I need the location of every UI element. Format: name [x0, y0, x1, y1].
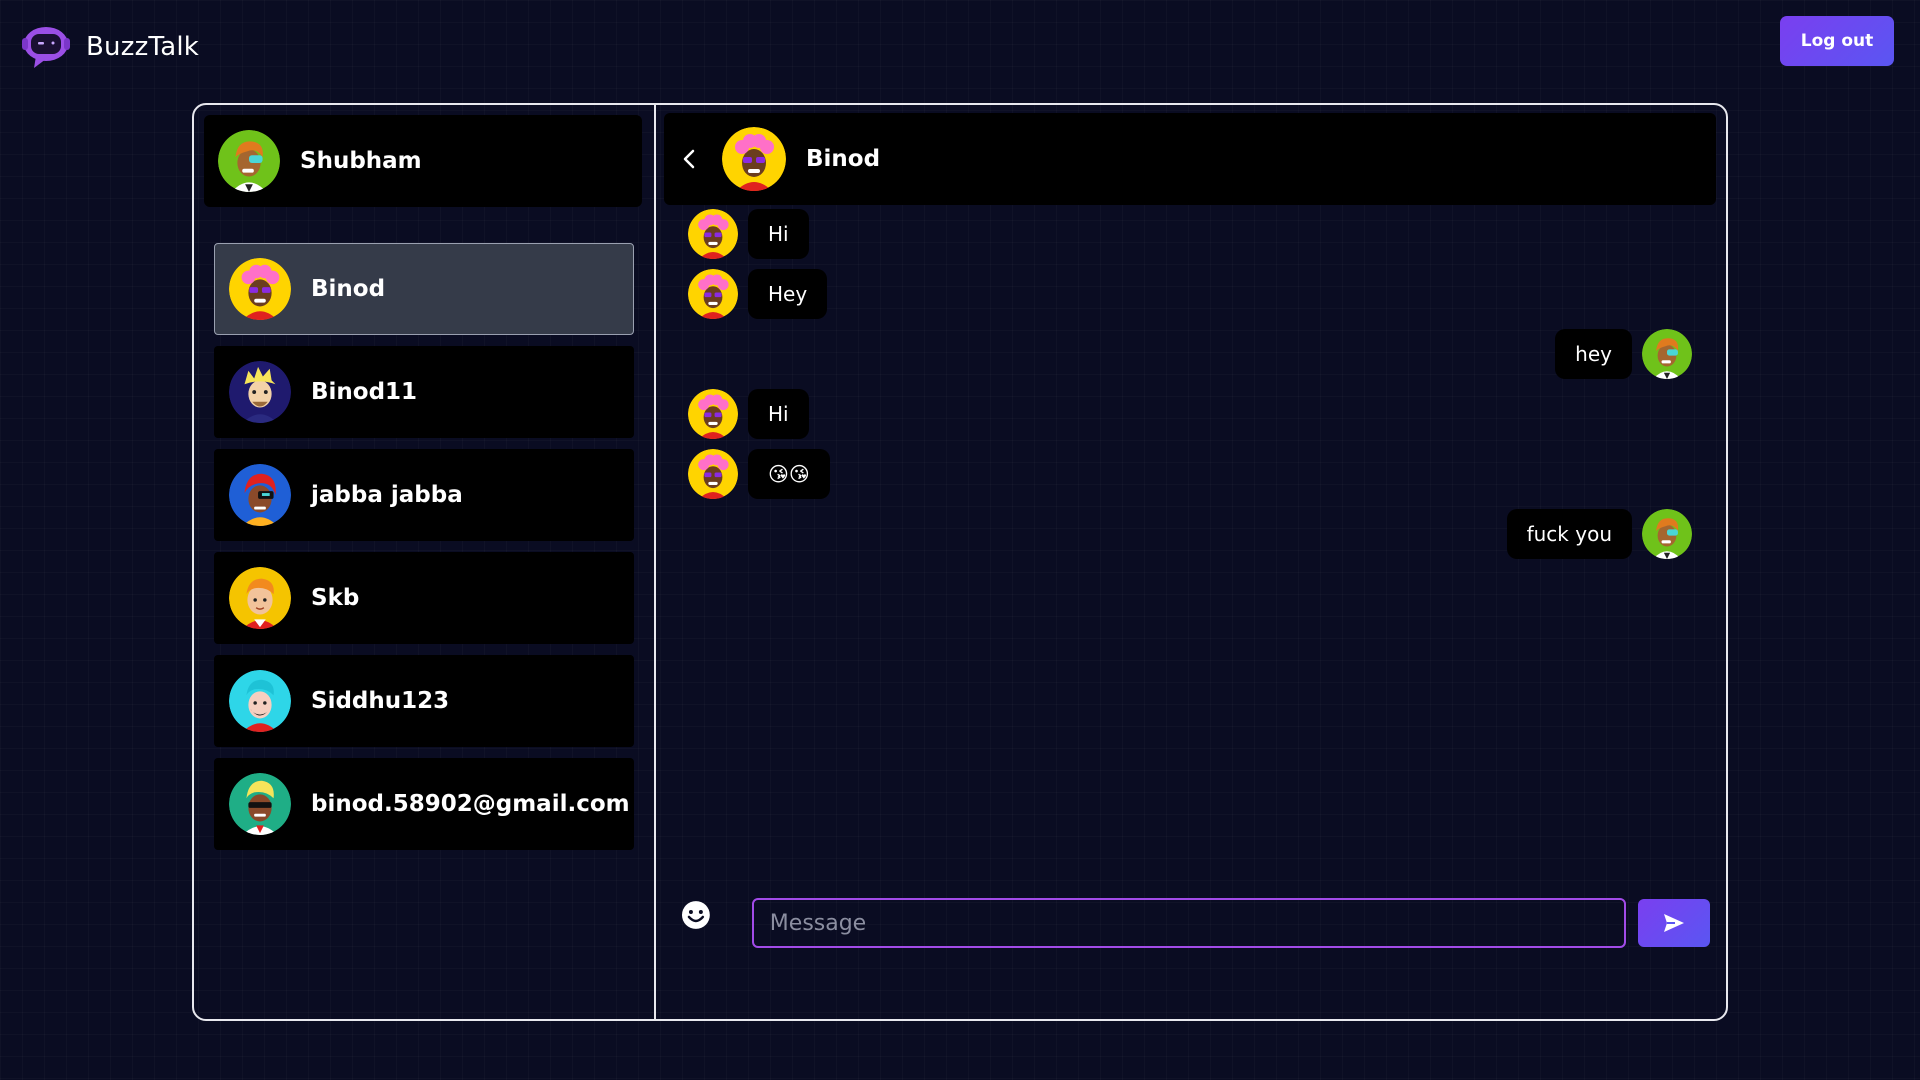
avatar: [1642, 509, 1692, 559]
send-icon: [1664, 914, 1685, 932]
message-bubble: Hey: [748, 269, 828, 319]
message-item: fuck you: [1506, 509, 1692, 559]
current-user-card: Shubham: [204, 115, 642, 207]
avatar: [722, 127, 786, 191]
message-item: Hey: [688, 269, 828, 319]
avatar: [229, 567, 291, 629]
message-input[interactable]: [751, 898, 1627, 948]
app-title: BuzzTalk: [86, 32, 200, 62]
message-bubble: Hi: [748, 209, 809, 259]
contact-item[interactable]: Skb: [214, 552, 634, 644]
message-bubble: hey: [1555, 329, 1632, 379]
avatar: [229, 670, 291, 732]
contact-item[interactable]: Binod11: [214, 346, 634, 438]
chat-header: Binod: [664, 113, 1716, 205]
message-composer: [680, 897, 1710, 949]
avatar: [229, 773, 291, 835]
current-user-name: Shubham: [300, 148, 422, 174]
emoji-icon[interactable]: [680, 899, 712, 931]
contact-name: jabba jabba: [311, 482, 463, 508]
contact-name: Skb: [311, 585, 360, 611]
logout-button[interactable]: Log out: [1780, 16, 1894, 66]
chat-container: Shubham Binod Binod11 jabba jabba Skb Si…: [192, 103, 1728, 1021]
avatar: [688, 269, 738, 319]
message-item: 😘😘: [688, 449, 830, 499]
avatar: [229, 361, 291, 423]
contact-name: Siddhu123: [311, 688, 450, 714]
avatar: [229, 258, 291, 320]
contact-item[interactable]: Siddhu123: [214, 655, 634, 747]
sidebar: Shubham Binod Binod11 jabba jabba Skb Si…: [194, 105, 656, 1019]
message-item: Hi: [688, 209, 809, 259]
avatar: [218, 130, 280, 192]
message-item: hey: [1555, 329, 1692, 379]
chat-panel: Binod Hi Hey hey Hi 😘😘 fuck you Message: [656, 105, 1726, 1019]
chevron-left-icon[interactable]: [678, 147, 702, 171]
message-bubble: 😘😘: [748, 449, 830, 499]
chat-title: Binod: [806, 146, 881, 172]
message-bubble: fuck you: [1506, 509, 1632, 559]
contact-list: Binod Binod11 jabba jabba Skb Siddhu123 …: [214, 243, 634, 850]
contact-name: Binod11: [311, 379, 418, 405]
avatar: [688, 449, 738, 499]
contact-name: Binod: [311, 276, 386, 302]
message-item: Hi: [688, 389, 809, 439]
avatar: [1642, 329, 1692, 379]
message-bubble: Hi: [748, 389, 809, 439]
avatar: [688, 389, 738, 439]
contact-item[interactable]: binod.58902@gmail.com: [214, 758, 634, 850]
contact-name: binod.58902@gmail.com: [311, 791, 630, 817]
contact-item[interactable]: Binod: [214, 243, 634, 335]
avatar: [688, 209, 738, 259]
send-button[interactable]: [1638, 899, 1710, 947]
contact-item[interactable]: jabba jabba: [214, 449, 634, 541]
chat-bot-logo-icon: [22, 27, 70, 68]
avatar: [229, 464, 291, 526]
brand[interactable]: BuzzTalk: [20, 22, 199, 72]
